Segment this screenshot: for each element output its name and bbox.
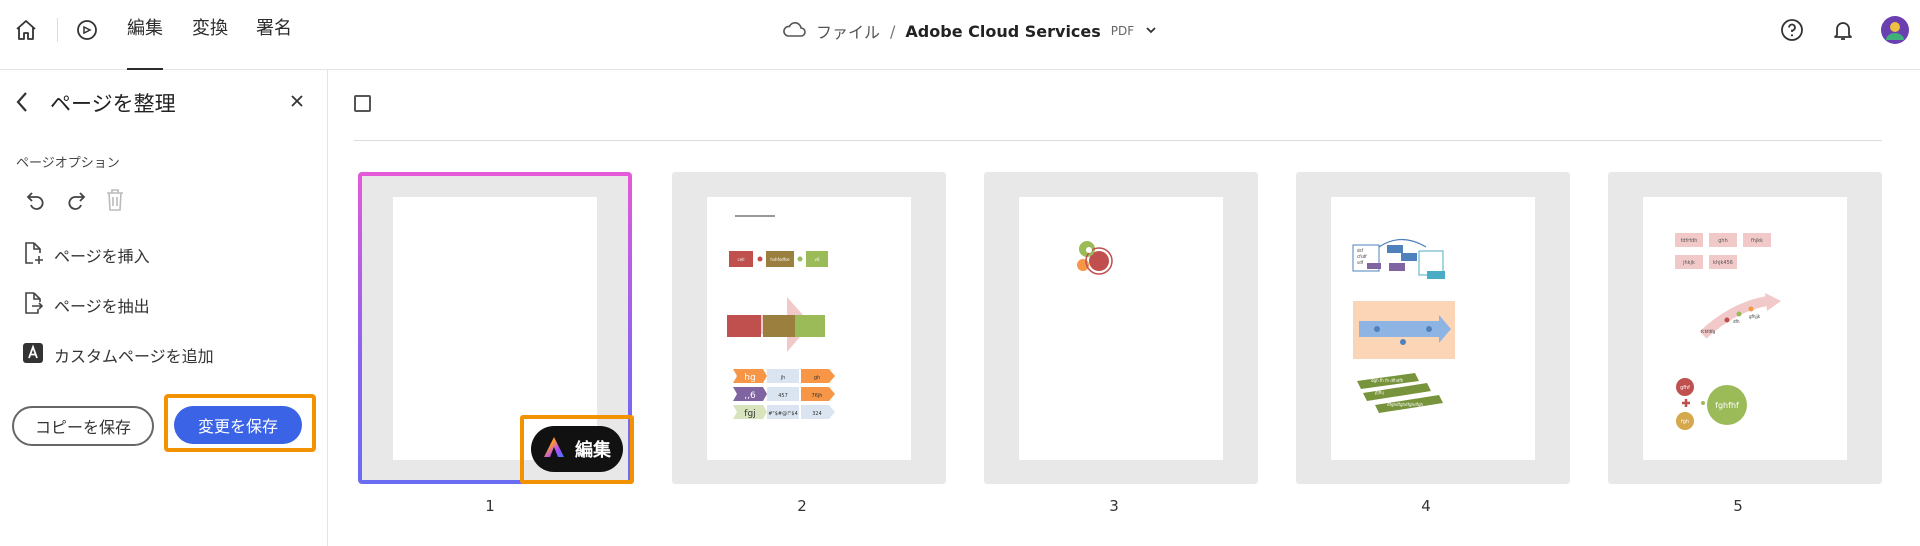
page2-hg-7: fgj [744, 409, 755, 419]
chevron-down-icon[interactable] [1144, 22, 1158, 41]
page2-cell-1: cell [738, 257, 745, 262]
edit-label: 編集 [575, 440, 611, 461]
trash-icon [103, 187, 127, 217]
extract-page-label: ページを抽出 [54, 297, 150, 316]
page5-arrow-2: dfh [1733, 319, 1740, 324]
divider [354, 140, 1882, 141]
page-thumbnail-5[interactable]: fdfrfdh ghh fhjkk jhkjk khjk456 fchfdfg … [1608, 172, 1882, 484]
insert-page-label: ページを挿入 [54, 247, 150, 266]
breadcrumb-separator: / [890, 21, 896, 41]
page-preview: fdfrfdh ghh fhjkk jhkjk khjk456 fchfdfg … [1643, 197, 1847, 460]
page-number: 4 [1421, 497, 1431, 515]
edit-page-button[interactable]: 編集 [531, 426, 623, 472]
cloud-icon [782, 20, 806, 42]
top-bar: 編集 変換 署名 ファイル / Adobe Cloud Services PDF [0, 0, 1920, 70]
page5-circle-3: fghfhf [1715, 401, 1739, 410]
avatar[interactable] [1880, 14, 1910, 46]
file-type-label: PDF [1110, 24, 1135, 38]
tab-sign[interactable]: 署名 [256, 14, 292, 56]
extract-page-icon [22, 291, 44, 319]
document-title[interactable]: Adobe Cloud Services [905, 22, 1100, 41]
toolbar-divider [57, 18, 58, 42]
bell-icon[interactable] [1831, 14, 1855, 46]
page-preview: cell hshfsdfse v0 hg jh gh ,,6 457 76jh … [707, 197, 911, 460]
page5-box-4: jhkjk [1682, 260, 1695, 266]
page5-box-1: fdfrfdh [1681, 238, 1698, 244]
page2-hg-1: hg [744, 373, 755, 383]
select-all-checkbox[interactable] [354, 95, 371, 112]
insert-page-item[interactable]: ページを挿入 [22, 240, 150, 270]
page5-arrow-1: fchfdfg [1701, 329, 1715, 334]
home-icon[interactable] [14, 14, 38, 46]
page2-hg-9: 324 [812, 411, 822, 417]
tab-edit[interactable]: 編集 [127, 14, 163, 70]
back-icon[interactable] [14, 90, 30, 118]
help-icon[interactable] [1780, 14, 1804, 46]
insert-page-icon [22, 241, 44, 269]
page2-hg-3: gh [814, 375, 820, 381]
page-thumbnail-2[interactable]: cell hshfsdfse v0 hg jh gh ,,6 457 76jh … [672, 172, 946, 484]
page2-cell-2: hshfsdfse [770, 257, 790, 262]
save-changes-button[interactable]: 変更を保存 [174, 406, 302, 444]
tab-convert[interactable]: 変換 [192, 14, 228, 56]
extract-page-item[interactable]: ページを抽出 [22, 290, 150, 320]
page5-box-5: khjk456 [1713, 260, 1733, 266]
page-preview [1019, 197, 1223, 460]
add-custom-page-item[interactable]: カスタムページを追加 [22, 340, 214, 370]
panel-title: ページを整理 [50, 92, 176, 116]
page4-bullet-3: sdf [1357, 260, 1364, 265]
page5-circle-2: fgh [1681, 419, 1689, 425]
page-thumbnail-3[interactable] [984, 172, 1258, 484]
redo-icon[interactable] [64, 188, 88, 216]
page4-bar-1: dgh fh fh dfhdfh [1371, 378, 1404, 383]
page-number: 1 [485, 497, 495, 515]
page-options-label: ページオプション [16, 156, 120, 171]
page2-hg-4: ,,6 [744, 391, 756, 401]
page2-hg-5: 457 [778, 393, 788, 399]
page-thumbnail-4[interactable]: dsf cfsdf sdf dgh fh fh dfhdfh jfjfhj df… [1296, 172, 1570, 484]
add-custom-page-label: カスタムページを追加 [54, 347, 214, 366]
undo-icon[interactable] [24, 188, 48, 216]
breadcrumb-file[interactable]: ファイル [816, 19, 880, 43]
adobe-express-icon [541, 434, 567, 465]
page4-bullet-2: cfsdf [1357, 254, 1367, 259]
organize-pages-panel: ページを整理 ページオプション ページを挿入 ページを抽出 カスタムページを追加… [0, 70, 328, 546]
page2-hg-8: #"$#@!"$4 [768, 411, 798, 417]
page5-box-2: ghh [1718, 238, 1728, 244]
breadcrumb: ファイル / Adobe Cloud Services PDF [782, 18, 1158, 44]
page4-bar-2: jfjfhj [1374, 390, 1384, 395]
page2-hg-6: 76jh [812, 393, 823, 399]
adobe-custom-page-icon [22, 342, 44, 368]
page-preview: dsf cfsdf sdf dgh fh fh dfhdfh jfjfhj df… [1331, 197, 1535, 460]
page5-circle-1: gfhf [1680, 385, 1690, 391]
page5-box-3: fhjkk [1751, 238, 1763, 244]
pen-tool-icon[interactable] [75, 14, 99, 46]
page2-cell-3: v0 [815, 257, 820, 262]
page-number: 5 [1733, 497, 1743, 515]
page-number: 3 [1109, 497, 1119, 515]
page4-bar-3: dfghdfghdfghdfgh [1387, 402, 1424, 407]
save-copy-button[interactable]: コピーを保存 [12, 406, 154, 446]
page4-bullet-1: dsf [1357, 248, 1364, 253]
page5-arrow-3: gfhjjk [1749, 314, 1761, 319]
page2-hg-2: jh [780, 375, 786, 381]
close-icon[interactable] [290, 93, 304, 112]
page-number: 2 [797, 497, 807, 515]
